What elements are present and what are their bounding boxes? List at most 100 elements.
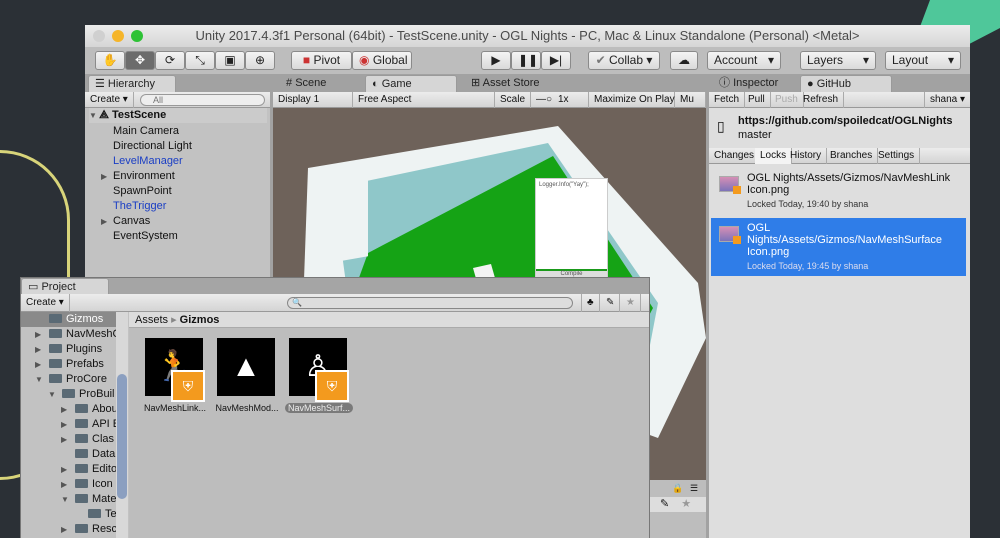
display-dropdown[interactable]: Display 1 xyxy=(273,92,353,108)
breadcrumb-assets[interactable]: Assets xyxy=(135,314,168,326)
folder-item[interactable]: ▶ Icon xyxy=(21,477,116,492)
expand-arrow-icon[interactable]: ▶ xyxy=(61,402,67,417)
step-button[interactable]: ▶| xyxy=(541,51,571,70)
expand-arrow-icon[interactable]: ▶ xyxy=(35,342,41,357)
lock-item[interactable]: OGL Nights/Assets/Gizmos/NavMeshLink Ico… xyxy=(711,168,966,214)
hierarchy-item[interactable]: Main Camera xyxy=(113,124,179,139)
hierarchy-search-input[interactable] xyxy=(140,94,265,106)
transform-tool-icon[interactable]: ⊕ xyxy=(245,51,275,70)
folder-item[interactable]: ▼ Mate xyxy=(21,492,116,507)
zoom-button[interactable] xyxy=(131,30,143,42)
fetch-button[interactable]: Fetch xyxy=(709,92,746,108)
hierarchy-item[interactable]: EventSystem xyxy=(113,229,178,244)
refresh-button[interactable]: Refresh xyxy=(798,92,845,108)
layers-dropdown[interactable]: Layers ▾ xyxy=(800,51,876,70)
subtab-branches[interactable]: Branches xyxy=(825,148,879,164)
expand-arrow-icon[interactable]: ▶ xyxy=(61,432,67,447)
hierarchy-item[interactable]: LevelManager xyxy=(113,154,183,169)
folder-item[interactable]: ▶ Plugins xyxy=(21,342,116,357)
scrollbar-thumb[interactable] xyxy=(117,374,127,499)
play-button[interactable]: ▶ xyxy=(481,51,511,70)
pivot-toggle[interactable]: ■ Pivot xyxy=(291,51,352,70)
scale-tool-icon[interactable]: ⤡ xyxy=(185,51,215,70)
hierarchy-item[interactable]: SpawnPoint xyxy=(113,184,172,199)
hand-tool-icon[interactable]: ✋ xyxy=(95,51,125,70)
rect-tool-icon[interactable]: ▣ xyxy=(215,51,245,70)
favorite-icon[interactable]: ★ xyxy=(621,294,641,312)
expand-arrow-icon[interactable]: ▶ xyxy=(61,477,67,492)
folder-icon xyxy=(49,329,62,338)
expand-arrow-icon[interactable]: ▶ xyxy=(61,522,67,537)
hierarchy-item[interactable]: TheTrigger xyxy=(113,199,166,214)
expand-arrow-icon[interactable]: ▶ xyxy=(61,417,67,432)
tab-project[interactable]: ▭ Project xyxy=(21,278,109,294)
folder-item[interactable]: Te xyxy=(21,507,117,522)
asset-item[interactable]: ♙ ⛨ NavMeshSurf... xyxy=(285,338,355,418)
favorite-icon[interactable]: ★ xyxy=(681,498,691,510)
collab-button[interactable]: ✔ Collab ▾ xyxy=(588,51,660,70)
folder-item[interactable]: ▶ API E xyxy=(21,417,120,432)
tab-scene[interactable]: # Scene xyxy=(280,75,332,92)
repo-url[interactable]: https://github.com/spoiledcat/OGLNights xyxy=(738,115,953,127)
hierarchy-item[interactable]: ▶ Canvas xyxy=(101,214,150,229)
tab-hierarchy[interactable]: ☰ Hierarchy xyxy=(88,75,176,92)
folder-item[interactable]: Gizmos xyxy=(21,312,116,327)
cloud-button[interactable]: ☁ xyxy=(670,51,698,70)
tab-asset-store[interactable]: ⊞ Asset Store xyxy=(465,75,546,92)
expand-arrow-icon[interactable]: ▶ xyxy=(101,169,107,184)
folder-item[interactable]: ▶ Clas xyxy=(21,432,116,447)
layout-dropdown[interactable]: Layout ▾ xyxy=(885,51,961,70)
project-search-input[interactable]: 🔍 xyxy=(287,297,573,309)
create-dropdown[interactable]: Create ▾ xyxy=(85,92,134,108)
tab-game[interactable]: ◐ Game xyxy=(365,75,457,92)
scene-header[interactable]: ▼ ⟁ TestScene xyxy=(89,108,267,123)
rotate-tool-icon[interactable]: ⟳ xyxy=(155,51,185,70)
folder-item[interactable]: ▶ NavMeshC xyxy=(21,327,120,342)
folder-item[interactable]: ▶ Resc xyxy=(21,522,117,537)
folder-item[interactable]: ▶ Edito xyxy=(21,462,117,477)
global-toggle[interactable]: ◉ Global xyxy=(352,51,412,70)
panel-menu-icon[interactable]: ☰ xyxy=(690,483,698,494)
expand-arrow-icon[interactable]: ▶ xyxy=(35,327,41,342)
maximize-on-play-toggle[interactable]: Maximize On Play xyxy=(589,92,675,108)
account-dropdown[interactable]: Account ▾ xyxy=(707,51,781,70)
expand-arrow-icon[interactable]: ▼ xyxy=(61,492,69,507)
expand-arrow-icon[interactable]: ▶ xyxy=(35,357,41,372)
pull-button[interactable]: Pull xyxy=(743,92,771,108)
folder-item[interactable]: ▶ Prefabs xyxy=(21,357,116,372)
aspect-dropdown[interactable]: Free Aspect xyxy=(353,92,495,108)
expand-arrow-icon[interactable]: ▼ xyxy=(48,387,56,402)
tab-inspector[interactable]: ⓘ Inspector xyxy=(713,75,784,92)
asset-item[interactable]: ▲ NavMeshMod... xyxy=(213,338,283,418)
tab-github[interactable]: ● GitHub xyxy=(800,75,892,92)
lock-item[interactable]: OGL Nights/Assets/Gizmos/NavMeshSurface … xyxy=(711,218,966,276)
folder-item[interactable]: ▼ ProCore xyxy=(21,372,116,387)
folder-item[interactable]: ▼ ProBuil xyxy=(21,387,116,402)
minimize-button[interactable] xyxy=(112,30,124,42)
subtab-history[interactable]: History xyxy=(785,148,828,164)
breadcrumb-gizmos[interactable]: Gizmos xyxy=(180,314,220,326)
create-dropdown[interactable]: Create ▾ xyxy=(21,294,70,312)
hierarchy-item[interactable]: Directional Light xyxy=(113,139,192,154)
hierarchy-item[interactable]: ▶ Environment xyxy=(101,169,175,184)
move-tool-icon[interactable]: ✥ xyxy=(125,51,155,70)
filter-by-label-icon[interactable]: ✎ xyxy=(601,294,621,312)
scale-slider[interactable]: —○ xyxy=(531,92,552,108)
mute-toggle[interactable]: Mu xyxy=(675,92,706,108)
user-dropdown[interactable]: shana ▾ xyxy=(923,92,970,108)
expand-arrow-icon[interactable]: ▼ xyxy=(35,372,43,387)
tree-scrollbar[interactable] xyxy=(116,312,128,538)
lock-icon[interactable]: 🔒 xyxy=(672,483,683,494)
folder-item[interactable]: Data xyxy=(21,447,116,462)
filter-by-type-icon[interactable]: ♣ xyxy=(581,294,600,312)
label-filter-icon[interactable]: ✎ xyxy=(660,498,669,510)
folder-item[interactable]: ▶ Abou xyxy=(21,402,118,417)
asset-item[interactable]: 🏃 ⛨ NavMeshLink... xyxy=(141,338,211,418)
compile-button[interactable]: Compile xyxy=(536,269,607,277)
pause-button[interactable]: ❚❚ xyxy=(511,51,541,70)
expand-arrow-icon[interactable]: ▶ xyxy=(61,462,67,477)
close-button[interactable] xyxy=(93,30,105,42)
expand-arrow-icon[interactable]: ▶ xyxy=(101,214,107,229)
subtab-settings[interactable]: Settings xyxy=(873,148,921,164)
subtab-changes[interactable]: Changes xyxy=(709,148,761,164)
